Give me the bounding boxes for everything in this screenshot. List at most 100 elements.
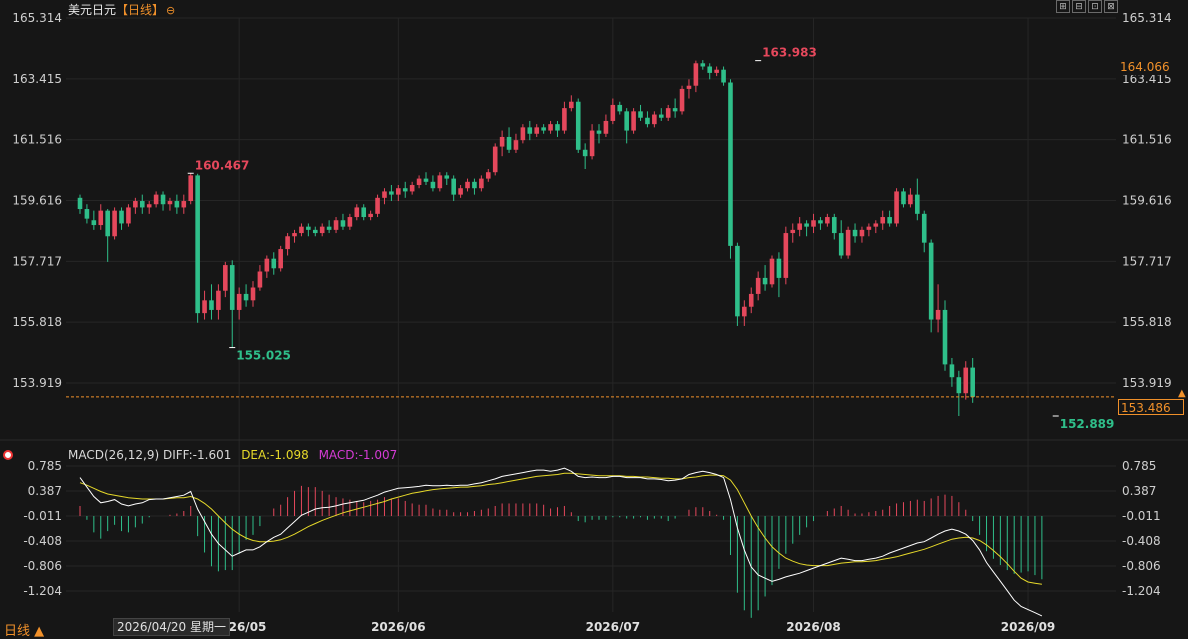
candle-body: [679, 88, 685, 112]
candle-body: [361, 207, 367, 218]
current-price-tag: 153.486: [1118, 399, 1184, 415]
candle-body: [299, 226, 304, 234]
grid-layout-icon[interactable]: ⊞: [1056, 0, 1070, 13]
chart-canvas[interactable]: 165.314 165.314163.415 163.415161.516 161.5…: [0, 0, 1188, 639]
candle-body: [748, 293, 754, 307]
candle-body: [444, 175, 450, 179]
candle-body: [333, 220, 339, 230]
candle-body: [451, 178, 456, 195]
candle-body: [700, 63, 706, 67]
candle-body: [347, 217, 353, 227]
macd-axis-tick-right: -0.011: [1122, 509, 1161, 523]
candle-body: [887, 217, 892, 224]
candle-body: [956, 377, 962, 394]
candle-body: [880, 217, 886, 224]
candle-body: [783, 233, 789, 278]
candle-body: [229, 265, 235, 310]
high-price-label: 160.467: [195, 158, 250, 172]
candle-body: [742, 306, 747, 317]
candle-body: [396, 188, 401, 195]
candle-body: [949, 364, 955, 378]
low-price-label: 152.889: [1060, 417, 1115, 431]
candle-body: [901, 191, 906, 205]
candle-body: [285, 236, 290, 250]
candle-body: [541, 127, 546, 131]
close-icon[interactable]: ⊠: [1104, 0, 1118, 13]
candle-body: [368, 213, 373, 218]
candle-body: [492, 146, 498, 173]
candle-body: [735, 245, 740, 317]
candle-body: [382, 191, 387, 198]
candle-body: [84, 209, 90, 219]
minimize-icon[interactable]: ⊟: [1072, 0, 1086, 13]
candle-body: [555, 124, 560, 131]
candle-body: [216, 290, 221, 310]
macd-axis-tick-right: 0.387: [1122, 484, 1156, 498]
candle-body: [569, 101, 574, 109]
candle-body: [292, 233, 297, 237]
last-price-tag: 164.066: [1118, 59, 1184, 75]
candle-body: [825, 217, 830, 224]
macd-axis-tick-left: -1.204: [23, 584, 62, 598]
macd-axis-tick-left: -0.408: [23, 534, 62, 548]
candle-body: [908, 194, 913, 205]
candle-body: [402, 188, 408, 192]
candle-body: [409, 185, 415, 192]
macd-diff-line: [79, 467, 1043, 617]
crosshair-date-tip: 2026/04/20 星期一: [113, 618, 230, 636]
candle-body: [236, 293, 242, 310]
time-axis-tick: 2026/06: [371, 620, 425, 634]
macd-dea-line: [79, 472, 1042, 585]
period-label[interactable]: 【日线】: [116, 3, 164, 17]
candle-body: [389, 191, 394, 195]
candle-body: [658, 114, 664, 118]
candle-body: [762, 277, 768, 285]
candle-body: [465, 181, 470, 189]
candle-body: [430, 181, 436, 189]
candle-body: [520, 127, 526, 141]
candle-body: [340, 220, 346, 227]
macd-axis-tick-left: 0.387: [28, 484, 62, 498]
candle-body: [831, 217, 837, 234]
candle-body: [610, 104, 616, 121]
candle-body: [271, 258, 277, 269]
crosshair-icon[interactable]: ⊖: [166, 4, 175, 17]
price-axis-tick-left: 163.415: [12, 72, 62, 86]
candle-body: [845, 229, 851, 256]
candle-body: [935, 309, 941, 320]
candle-body: [98, 210, 104, 226]
candle-body: [970, 367, 975, 397]
candle-body: [928, 242, 934, 320]
indicator-marker-icon[interactable]: [3, 450, 13, 460]
candle-body: [437, 175, 443, 189]
price-axis-tick-left: 165.314: [12, 11, 62, 25]
instrument-name: 美元日元: [68, 3, 117, 17]
price-axis-tick-left: 155.818: [12, 315, 62, 329]
candle-body: [139, 201, 145, 208]
macd-axis-tick-left: 0.785: [28, 459, 62, 473]
candle-body: [645, 117, 650, 125]
candle-body: [575, 101, 581, 150]
candle-body: [174, 201, 180, 208]
candle-body: [631, 111, 636, 131]
candle-body: [942, 309, 948, 365]
candle-body: [527, 127, 533, 134]
price-axis-tick-left: 161.516: [12, 133, 62, 147]
candle-body: [91, 220, 97, 226]
macd-diff-value: DIFF:-1.601: [162, 448, 232, 462]
candle-body: [126, 207, 131, 224]
candle-body: [506, 136, 512, 150]
price-axis-tick-left: 157.717: [12, 254, 62, 268]
price-axis-tick-right: 161.516: [1122, 133, 1172, 147]
candle-body: [915, 194, 920, 214]
candle-body: [458, 188, 463, 195]
candle-body: [153, 194, 159, 205]
candle-body: [167, 201, 173, 205]
candle-body: [804, 223, 809, 227]
candle-body: [707, 66, 713, 73]
price-axis-tick-right: 157.717: [1122, 254, 1172, 268]
candle-body: [797, 223, 802, 230]
restore-icon[interactable]: ⊡: [1088, 0, 1102, 13]
candle-body: [202, 300, 207, 314]
period-selector-button[interactable]: 日线 ▲: [4, 620, 44, 639]
